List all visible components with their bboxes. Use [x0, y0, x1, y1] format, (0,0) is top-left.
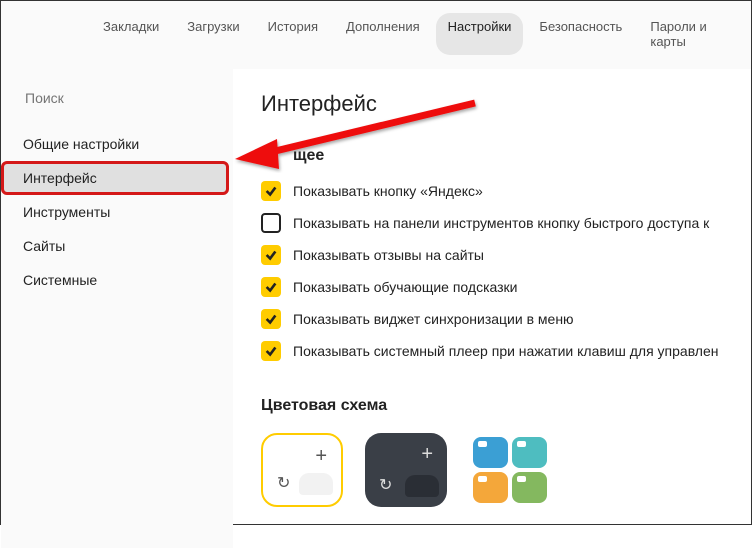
color-tile-icon: [512, 437, 547, 468]
checkbox-hints[interactable]: [261, 277, 281, 297]
sidebar-item-sites[interactable]: Сайты: [1, 229, 233, 263]
color-tile-icon: [512, 472, 547, 503]
sidebar-item-interface[interactable]: Интерфейс: [1, 161, 229, 195]
check-label: Показывать отзывы на сайты: [293, 245, 484, 265]
checkbox-sync-widget[interactable]: [261, 309, 281, 329]
sidebar: Общие настройки Интерфейс Инструменты Са…: [1, 69, 233, 548]
checkbox-site-reviews[interactable]: [261, 245, 281, 265]
check-row: Показывать системный плеер при нажатии к…: [261, 341, 751, 361]
sidebar-item-system[interactable]: Системные: [1, 263, 233, 297]
check-row: Показывать кнопку «Яндекс»: [261, 181, 751, 201]
theme-light[interactable]: + ↻: [261, 433, 343, 507]
color-tile-icon: [473, 472, 508, 503]
check-row: Показывать виджет синхронизации в меню: [261, 309, 751, 329]
section-general: щее: [293, 147, 751, 165]
topnav-settings[interactable]: Настройки: [436, 13, 524, 55]
check-label: Показывать системный плеер при нажатии к…: [293, 341, 719, 361]
check-label: Показывать обучающие подсказки: [293, 277, 518, 297]
check-label: Показывать на панели инструментов кнопку…: [293, 213, 709, 233]
topnav-addons[interactable]: Дополнения: [334, 13, 432, 55]
section-color-scheme: Цветовая схема: [261, 397, 751, 415]
sidebar-item-tools[interactable]: Инструменты: [1, 195, 233, 229]
main-content: Интерфейс щее Показывать кнопку «Яндекс»…: [233, 69, 751, 548]
plus-icon: +: [421, 443, 433, 466]
check-row: Показывать обучающие подсказки: [261, 277, 751, 297]
check-row: Показывать на панели инструментов кнопку…: [261, 213, 751, 233]
check-label: Показывать кнопку «Яндекс»: [293, 181, 483, 201]
sidebar-item-general[interactable]: Общие настройки: [1, 127, 233, 161]
plus-icon: +: [315, 445, 327, 468]
theme-dark[interactable]: + ↻: [365, 433, 447, 507]
page-title: Интерфейс: [261, 91, 751, 117]
checkbox-yandex-button[interactable]: [261, 181, 281, 201]
color-tile-icon: [473, 437, 508, 468]
topnav-bookmarks[interactable]: Закладки: [91, 13, 171, 55]
tab-shape-icon: [299, 473, 333, 495]
tab-shape-icon: [405, 475, 439, 497]
checkbox-toolbar-quick[interactable]: [261, 213, 281, 233]
checkbox-system-player[interactable]: [261, 341, 281, 361]
theme-colorful[interactable]: [469, 433, 551, 507]
reload-icon: ↻: [379, 475, 392, 495]
topnav-history[interactable]: История: [256, 13, 330, 55]
top-nav: Закладки Загрузки История Дополнения Нас…: [1, 1, 751, 69]
topnav-passwords[interactable]: Пароли и карты: [638, 13, 733, 55]
topnav-downloads[interactable]: Загрузки: [175, 13, 251, 55]
search-input[interactable]: [15, 83, 219, 113]
topnav-security[interactable]: Безопасность: [527, 13, 634, 55]
theme-row: + ↻ + ↻: [261, 433, 751, 507]
check-label: Показывать виджет синхронизации в меню: [293, 309, 574, 329]
search-box: [15, 83, 219, 113]
check-row: Показывать отзывы на сайты: [261, 245, 751, 265]
reload-icon: ↻: [277, 473, 290, 493]
